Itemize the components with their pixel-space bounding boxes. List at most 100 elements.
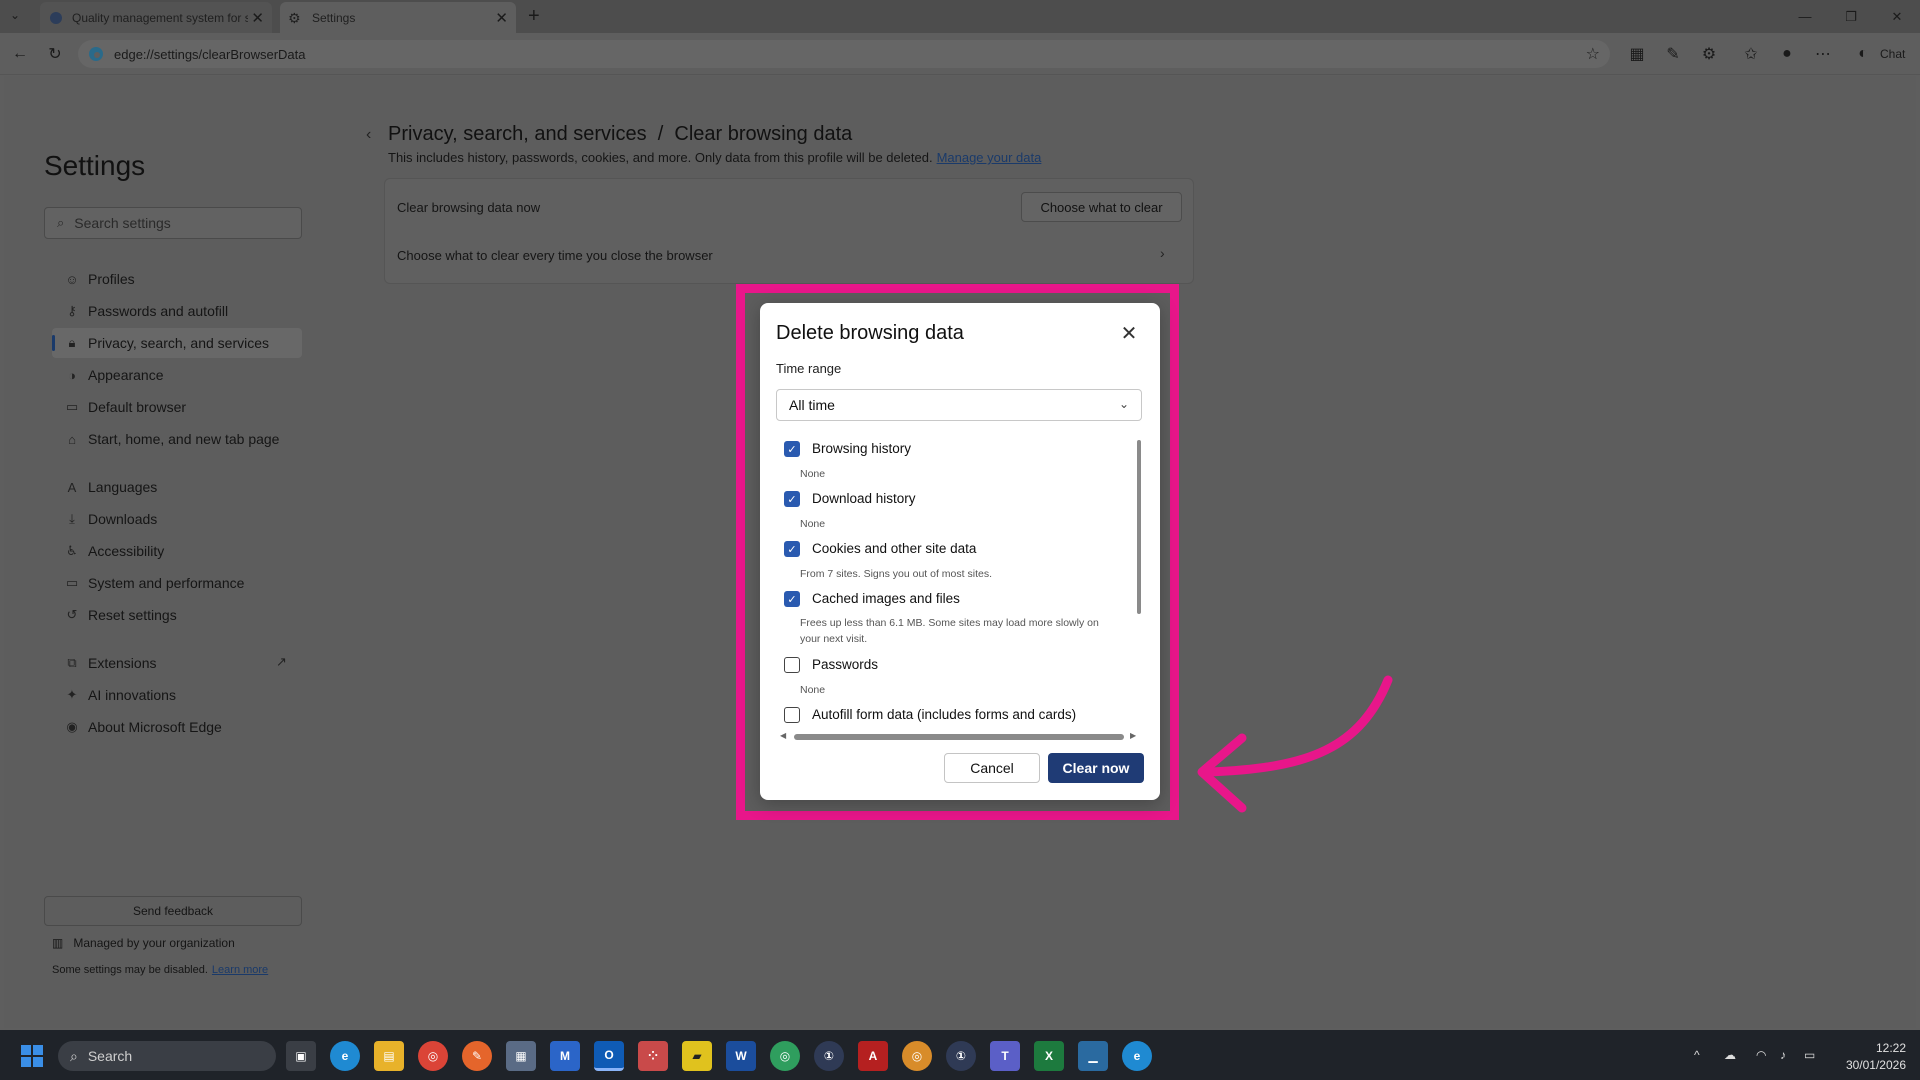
excel-icon[interactable]: X xyxy=(1034,1041,1064,1071)
store-icon[interactable]: ▦ xyxy=(506,1041,536,1071)
tab-list-chevron-icon[interactable]: ⌄ xyxy=(10,8,20,22)
sticky-notes-icon[interactable]: ▰ xyxy=(682,1041,712,1071)
start-windows-icon[interactable] xyxy=(20,1044,44,1073)
passwords-sub: None xyxy=(800,684,826,696)
reset-icon: ↺ xyxy=(66,607,78,622)
onedrive-icon[interactable]: ☁ xyxy=(1724,1048,1736,1062)
managed-notice: ▥ Managed by your organization xyxy=(52,936,235,950)
back-chevron-icon[interactable]: ‹ xyxy=(366,126,371,144)
close-window-icon[interactable]: ✕ xyxy=(1874,0,1920,33)
external-link-icon: ↗ xyxy=(276,654,287,669)
back-icon[interactable]: ← xyxy=(8,42,32,66)
sidebar-item-start-home[interactable]: ⌂ Start, home, and new tab page xyxy=(52,424,302,454)
more-options-icon[interactable]: ⋯ xyxy=(1811,42,1835,66)
address-bar[interactable]: edge://settings/clearBrowserData ☆ xyxy=(78,40,1610,68)
sidebar-item-label: Appearance xyxy=(88,367,164,383)
tab-settings[interactable]: ⚙ Settings ✕ xyxy=(280,2,516,33)
new-tab-icon[interactable]: + xyxy=(528,5,540,28)
cached-images-checkbox[interactable]: ✓ xyxy=(784,591,800,607)
outlook-icon[interactable]: O xyxy=(594,1041,624,1071)
volume-icon[interactable]: ♪ xyxy=(1780,1048,1786,1062)
teams-icon[interactable]: T xyxy=(990,1041,1020,1071)
close-tab-icon[interactable]: ✕ xyxy=(251,9,264,27)
breadcrumb: Privacy, search, and services / Clear br… xyxy=(388,123,853,145)
copilot-icon[interactable]: ◐ xyxy=(1851,42,1875,66)
wifi-icon[interactable]: ◠ xyxy=(1756,1048,1766,1062)
disabled-text: Some settings may be disabled. xyxy=(52,964,208,976)
m365-icon[interactable]: M xyxy=(550,1041,580,1071)
close-tab-icon[interactable]: ✕ xyxy=(495,9,508,27)
refresh-icon[interactable]: ↻ xyxy=(43,42,67,66)
chat-label[interactable]: Chat xyxy=(1880,47,1905,61)
sidebar-item-accessibility[interactable]: ♿︎ Accessibility xyxy=(52,536,302,566)
download-history-checkbox[interactable]: ✓ xyxy=(784,491,800,507)
scroll-right-icon[interactable]: ▶ xyxy=(1130,731,1136,740)
sidebar-item-default-browser[interactable]: ▭ Default browser xyxy=(52,392,302,422)
tab-quality-management[interactable]: Quality management system for s ✕ xyxy=(40,2,272,33)
browsing-history-label: Browsing history xyxy=(812,441,912,456)
download-icon: ⤓ xyxy=(69,511,75,526)
acrobat-icon[interactable]: A xyxy=(858,1041,888,1071)
pen-icon[interactable]: ✎ xyxy=(1661,42,1685,66)
tray-chevron-icon[interactable]: ^ xyxy=(1694,1048,1700,1062)
app-orange-icon[interactable]: ✎ xyxy=(462,1041,492,1071)
minimize-icon[interactable]: — xyxy=(1782,0,1828,33)
scroll-left-icon[interactable]: ◀ xyxy=(780,731,786,740)
choose-on-close-row[interactable]: Choose what to clear every time you clos… xyxy=(397,248,713,263)
sidebar-item-appearance[interactable]: ◑ Appearance xyxy=(52,360,302,390)
vertical-scrollbar[interactable] xyxy=(1137,440,1141,614)
battery-icon[interactable]: ▭ xyxy=(1804,1048,1815,1062)
sidebar-item-reset[interactable]: ↺ Reset settings xyxy=(52,600,302,630)
app-w-icon[interactable]: W xyxy=(726,1041,756,1071)
chrome-alt-icon[interactable]: ◎ xyxy=(902,1041,932,1071)
page-description: This includes history, passwords, cookie… xyxy=(388,150,1041,165)
choose-what-to-clear-button[interactable]: Choose what to clear xyxy=(1021,192,1182,222)
app-grid-icon[interactable]: ▦ xyxy=(1625,42,1649,66)
send-feedback-button[interactable]: Send feedback xyxy=(44,896,302,926)
sidebar-item-system[interactable]: ▭ System and performance xyxy=(52,568,302,598)
chrome-profile-icon[interactable]: ◎ xyxy=(770,1041,800,1071)
sidebar-item-profiles[interactable]: ☺ Profiles xyxy=(52,264,302,294)
sidebar-item-downloads[interactable]: ⤓ Downloads xyxy=(52,504,302,534)
sidebar-item-extensions[interactable]: ⧉ Extensions xyxy=(52,648,302,678)
search-input[interactable]: ⌕ Search settings xyxy=(44,207,302,239)
gear-icon: ⚙ xyxy=(288,9,301,26)
clock-time[interactable]: 12:22 xyxy=(1860,1041,1906,1055)
manage-data-link[interactable]: Manage your data xyxy=(937,150,1042,165)
app-1password-alt-icon[interactable]: ① xyxy=(946,1041,976,1071)
sidebar-item-label: Languages xyxy=(88,479,158,495)
learn-more-link[interactable]: Learn more xyxy=(212,964,268,976)
cookies-checkbox[interactable]: ✓ xyxy=(784,541,800,557)
cancel-button[interactable]: Cancel xyxy=(944,753,1040,783)
sidebar-item-privacy[interactable]: 🔒︎ Privacy, search, and services xyxy=(52,328,302,358)
browsing-history-checkbox[interactable]: ✓ xyxy=(784,441,800,457)
sidebar-item-ai-innovations[interactable]: ✦ AI innovations xyxy=(52,680,302,710)
app-red-icon[interactable]: ⁘ xyxy=(638,1041,668,1071)
sidebar-item-about[interactable]: ◉ About Microsoft Edge xyxy=(52,712,302,742)
clear-now-button[interactable]: Clear now xyxy=(1048,753,1144,783)
app-1password-icon[interactable]: ① xyxy=(814,1041,844,1071)
clock-date[interactable]: 30/01/2026 xyxy=(1836,1058,1906,1072)
sidebar-item-languages[interactable]: A Languages xyxy=(52,472,302,502)
favorite-star-icon[interactable]: ☆ xyxy=(1586,44,1600,64)
taskbar-search[interactable]: ⌕ Search xyxy=(58,1041,276,1071)
restore-icon[interactable]: ❐ xyxy=(1828,0,1874,33)
profile-avatar-icon[interactable]: ● xyxy=(1775,42,1799,66)
key-icon: ⚷ xyxy=(67,303,77,318)
passwords-checkbox[interactable] xyxy=(784,657,800,673)
task-view-icon[interactable]: ▣ xyxy=(286,1041,316,1071)
close-icon[interactable]: ✕ xyxy=(1118,322,1140,345)
autofill-checkbox[interactable] xyxy=(784,707,800,723)
horizontal-scrollbar[interactable] xyxy=(794,734,1124,740)
lock-icon: 🔒︎ xyxy=(68,335,76,350)
sidebar-item-passwords[interactable]: ⚷ Passwords and autofill xyxy=(52,296,302,326)
page-title: Settings xyxy=(44,150,146,181)
extensions-puzzle-icon[interactable]: ⚙ xyxy=(1697,42,1721,66)
chrome-icon[interactable]: ◎ xyxy=(418,1041,448,1071)
edge-active-icon[interactable]: e xyxy=(1122,1041,1152,1071)
file-explorer-icon[interactable]: ▤ xyxy=(374,1041,404,1071)
favorites-icon[interactable]: ✩ xyxy=(1739,42,1763,66)
time-range-select[interactable]: All time ⌄ xyxy=(776,389,1142,421)
app-chart-icon[interactable]: ▁ xyxy=(1078,1041,1108,1071)
edge-taskbar-icon[interactable]: e xyxy=(330,1041,360,1071)
